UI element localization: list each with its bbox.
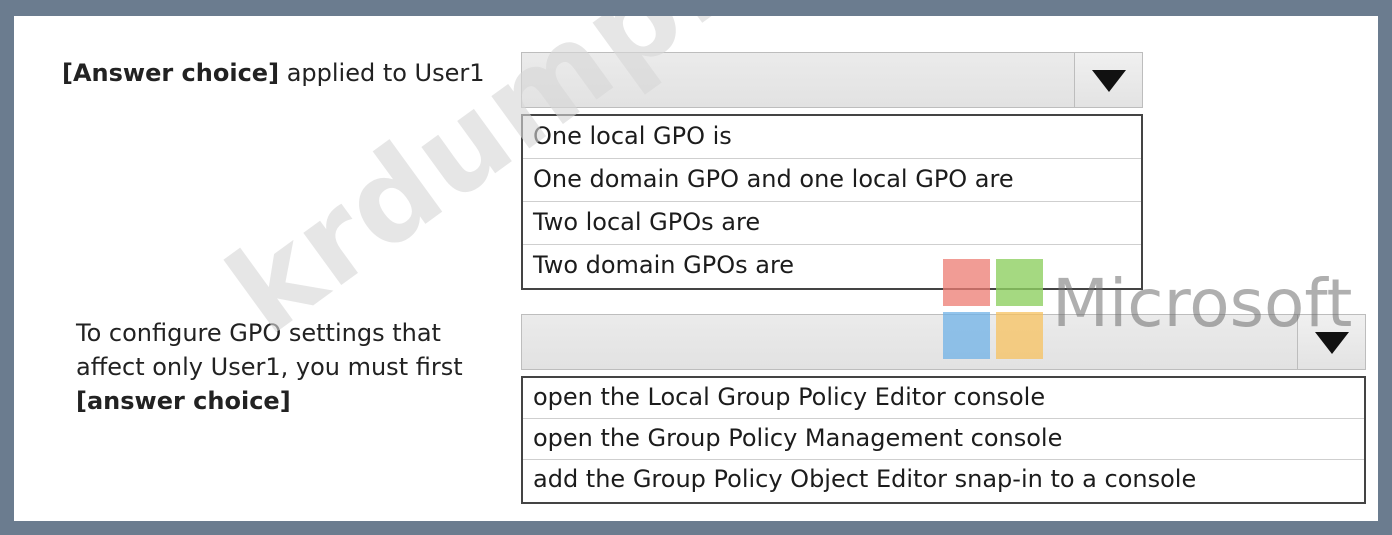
question-1-dropdown[interactable]: [521, 52, 1143, 108]
microsoft-wordmark: Microsoft: [1052, 265, 1353, 342]
question-2-prompt-text: To configure GPO settings that affect on…: [76, 319, 463, 381]
question-1-option[interactable]: One domain GPO and one local GPO are: [523, 159, 1141, 202]
question-1-prompt-text: applied to User1: [279, 59, 485, 87]
logo-blue-square: [943, 312, 990, 359]
question-1-options: One local GPO is One domain GPO and one …: [521, 114, 1143, 290]
question-1-option[interactable]: One local GPO is: [523, 116, 1141, 159]
question-2-prompt: To configure GPO settings that affect on…: [76, 316, 496, 418]
logo-green-square: [996, 259, 1043, 306]
outer-frame: [Answer choice] applied to User1 One loc…: [0, 0, 1392, 535]
question-2-option[interactable]: open the Group Policy Management console: [523, 419, 1364, 460]
question-2-option[interactable]: open the Local Group Policy Editor conso…: [523, 378, 1364, 419]
question-1-prompt: [Answer choice] applied to User1: [62, 56, 492, 90]
question-1-option[interactable]: Two local GPOs are: [523, 202, 1141, 245]
question-panel: [Answer choice] applied to User1 One loc…: [14, 16, 1378, 521]
question-2-options: open the Local Group Policy Editor conso…: [521, 376, 1366, 504]
question-2-answer-placeholder: [answer choice]: [76, 387, 291, 415]
logo-red-square: [943, 259, 990, 306]
question-1-option[interactable]: Two domain GPOs are: [523, 245, 1141, 288]
question-2-option[interactable]: add the Group Policy Object Editor snap-…: [523, 460, 1364, 501]
logo-yellow-square: [996, 312, 1043, 359]
triangle-down-icon: [1092, 70, 1126, 92]
question-1-dropdown-button[interactable]: [1074, 53, 1142, 107]
microsoft-logo-icon: [943, 259, 1043, 359]
question-1-answer-placeholder: [Answer choice]: [62, 59, 280, 87]
